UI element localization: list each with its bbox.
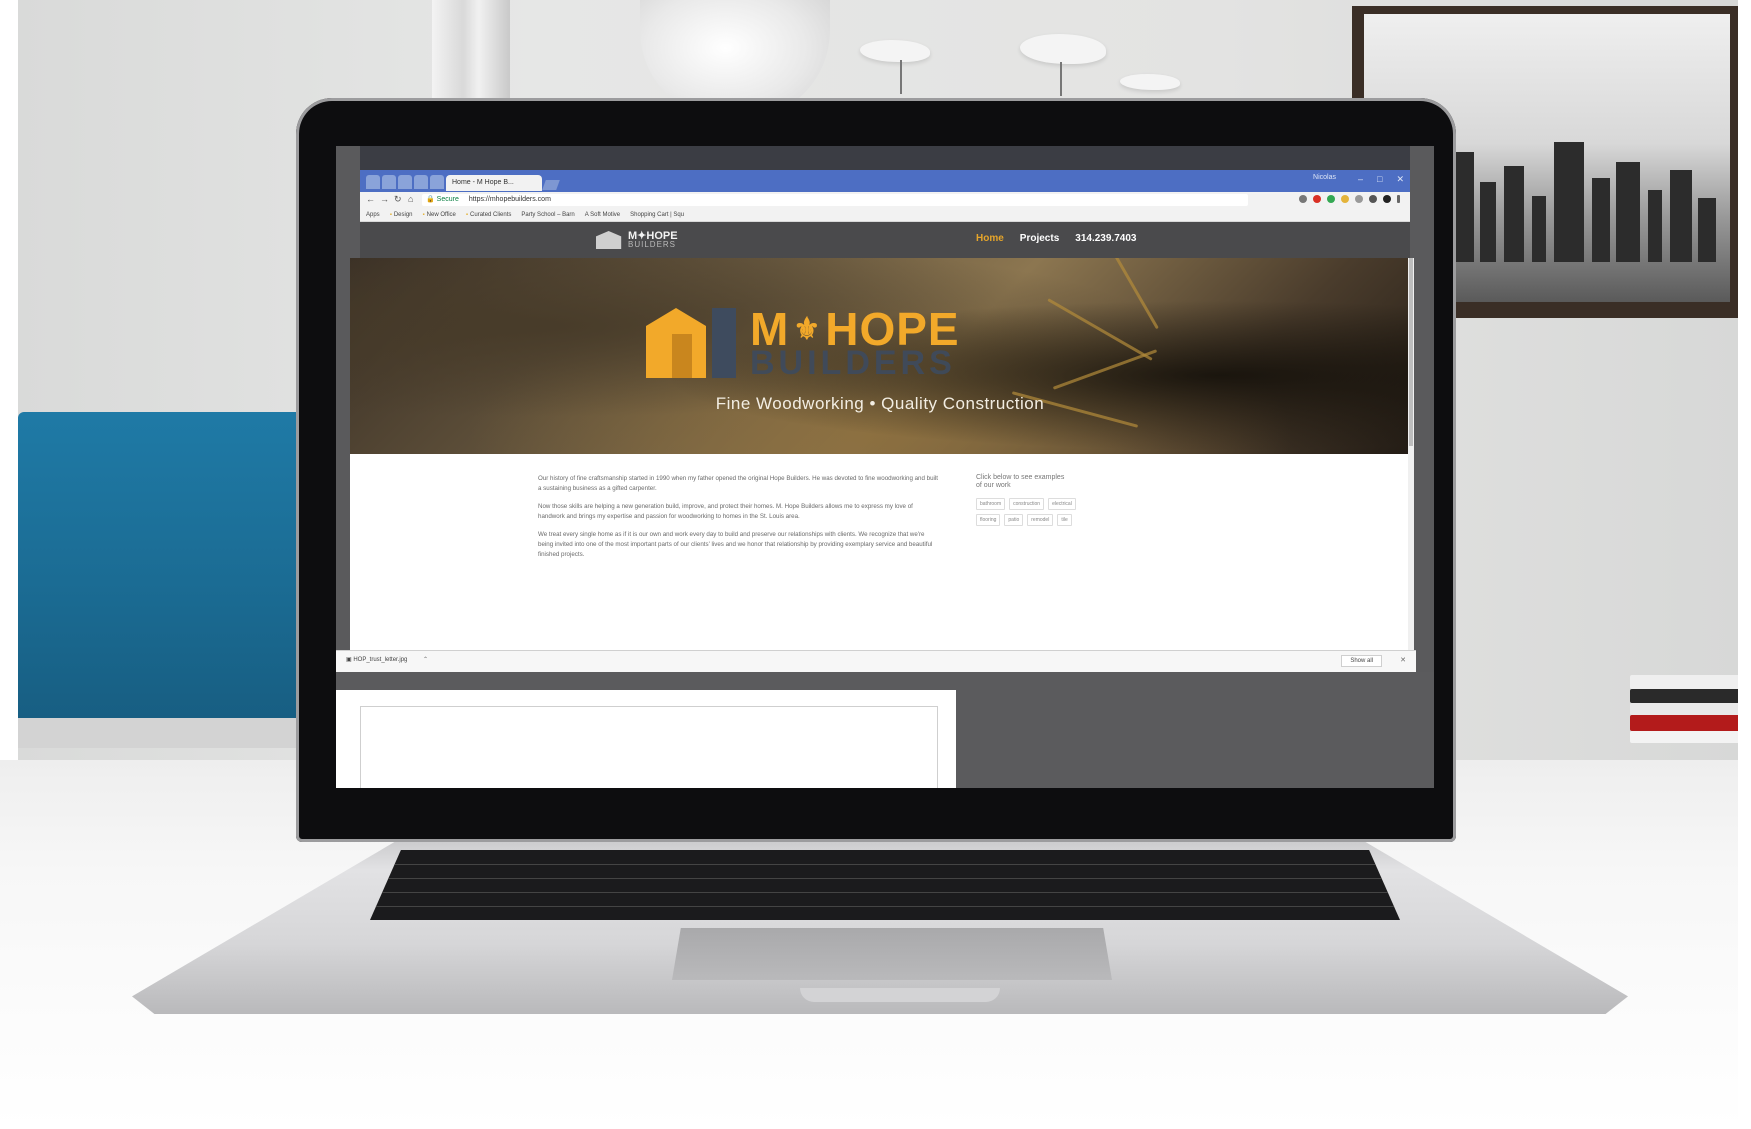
about-paragraph: Our history of fine craftsmanship starte… — [538, 475, 939, 492]
tag-link[interactable]: bathroom — [976, 498, 1006, 510]
bookmark-folder[interactable]: Curated Clients — [466, 208, 511, 221]
tag-link[interactable]: construction — [1009, 498, 1045, 510]
site-logo[interactable]: M✦HOPE BUILDERS — [596, 231, 678, 249]
laptop-front-notch — [800, 988, 1000, 1002]
star-icon[interactable] — [1299, 195, 1307, 203]
about-paragraph: We treat every single home as if it is o… — [538, 531, 933, 558]
menu-kebab-icon[interactable] — [1397, 195, 1400, 203]
bookmarks-bar: Apps Design New Office Curated Clients P… — [360, 208, 1410, 222]
about-text: Our history of fine craftsmanship starte… — [538, 474, 938, 568]
extension-icon[interactable] — [1313, 195, 1321, 203]
extension-icons — [1299, 195, 1400, 203]
back-arrow-icon[interactable]: ← — [366, 194, 375, 204]
bookmark-folder[interactable]: Design — [390, 208, 413, 221]
work-sidebar: Click below to see examples of our work … — [976, 474, 1096, 526]
nav-link-projects[interactable]: Projects — [1020, 233, 1059, 244]
extension-icon[interactable] — [1327, 195, 1335, 203]
tag-link[interactable]: patio — [1004, 514, 1024, 526]
sidebar-heading: Click below to see examples of our work — [976, 474, 1065, 489]
pinned-tab[interactable] — [382, 175, 396, 189]
minimize-icon[interactable]: – — [1358, 174, 1363, 185]
scrollbar-thumb[interactable] — [1409, 258, 1413, 446]
pinned-tab[interactable] — [430, 175, 444, 189]
bookmark-link[interactable]: Shopping Cart | Squ — [630, 208, 684, 221]
maximize-icon[interactable]: □ — [1377, 174, 1382, 185]
pinned-tab[interactable] — [366, 175, 380, 189]
tab-strip: Home - M Hope B... — [366, 175, 560, 191]
tag-link[interactable]: flooring — [976, 514, 1001, 526]
pinned-tab[interactable] — [414, 175, 428, 189]
bookmark-link[interactable]: Party School – Barn — [521, 208, 574, 221]
file-icon: ▣ — [346, 657, 352, 663]
laptop-keyboard — [370, 850, 1400, 920]
lock-icon: 🔒 — [426, 196, 435, 203]
hero-banner: M ⚜HOPE BUILDERS Fine Woodworking • Quali… — [350, 258, 1410, 454]
home-icon[interactable]: ⌂ — [408, 194, 413, 204]
bookmark-apps[interactable]: Apps — [366, 208, 380, 221]
about-paragraph: Now those skills are helping a new gener… — [538, 503, 913, 520]
address-bar[interactable]: 🔒 Secure https://mhopebuilders.com — [422, 194, 1248, 206]
photo-scene: Home - M Hope B... Nicolas – □ ✕ ← → ↻ ⌂… — [0, 0, 1751, 1129]
pinned-tab[interactable] — [398, 175, 412, 189]
close-icon[interactable]: ✕ — [1400, 656, 1406, 664]
window-frame — [432, 0, 510, 110]
active-tab[interactable]: Home - M Hope B... — [446, 175, 542, 191]
hero-logo-subtitle: BUILDERS — [750, 344, 956, 382]
tag-link[interactable]: tile — [1057, 514, 1072, 526]
window-controls: Nicolas – □ ✕ — [1313, 174, 1404, 185]
fleur-de-lis-icon: ⚜ — [793, 313, 822, 346]
bookmark-link[interactable]: A Soft Motive — [585, 208, 620, 221]
reload-icon[interactable]: ↻ — [394, 194, 402, 205]
browser-title-bar: Home - M Hope B... Nicolas – □ ✕ — [360, 170, 1410, 192]
show-all-button[interactable]: Show all — [1341, 655, 1382, 667]
chevron-up-icon[interactable]: ⌃ — [423, 657, 428, 663]
hero-tagline: Fine Woodworking • Quality Construction — [715, 394, 1045, 413]
site-menu: Home Projects 314.239.7403 — [976, 233, 1136, 244]
frame-edge — [1738, 0, 1751, 1129]
chair-base — [18, 718, 308, 748]
close-icon[interactable]: ✕ — [1396, 174, 1404, 185]
laptop-trackpad — [672, 928, 1112, 980]
profile-name[interactable]: Nicolas — [1313, 174, 1336, 185]
download-shelf: ▣ HOP_trust_letter.jpg ⌃ Show all ✕ — [336, 650, 1416, 673]
nav-phone-number[interactable]: 314.239.7403 — [1075, 233, 1136, 244]
bird-figurine-leg — [900, 60, 902, 94]
extension-icon[interactable] — [1355, 195, 1363, 203]
desktop-background — [336, 672, 1434, 788]
site-header: M✦HOPE BUILDERS Home Projects 314.239.74… — [360, 222, 1410, 258]
new-tab-button[interactable] — [542, 180, 560, 190]
laptop-screen: Home - M Hope B... Nicolas – □ ✕ ← → ↻ ⌂… — [336, 146, 1434, 788]
forward-arrow-icon[interactable]: → — [380, 194, 389, 204]
bookmark-folder[interactable]: New Office — [423, 208, 456, 221]
about-section: Our history of fine craftsmanship starte… — [350, 454, 1410, 650]
browser-toolbar: ← → ↻ ⌂ 🔒 Secure https://mhopebuilders.c… — [360, 192, 1410, 208]
extension-icon[interactable] — [1341, 195, 1349, 203]
house-logo-icon — [596, 231, 622, 249]
site-logo-subtext: BUILDERS — [628, 240, 677, 249]
profile-avatar-icon[interactable] — [1383, 195, 1391, 203]
background-window — [336, 690, 956, 788]
house-logo-icon — [646, 308, 736, 378]
book-stack — [1630, 675, 1740, 745]
blue-chair — [18, 412, 314, 720]
url-text: https://mhopebuilders.com — [468, 196, 551, 203]
hero-logo: M ⚜HOPE BUILDERS — [646, 306, 1006, 382]
tag-link[interactable]: remodel — [1027, 514, 1054, 526]
background-window-frame — [360, 706, 938, 788]
tag-cloud: bathroom construction electrical floorin… — [976, 498, 1076, 526]
os-top-bar — [360, 146, 1410, 170]
tag-link[interactable]: electrical — [1048, 498, 1076, 510]
extension-icon[interactable] — [1369, 195, 1377, 203]
bird-figurine-leg — [1060, 62, 1062, 96]
nav-link-home[interactable]: Home — [976, 233, 1004, 244]
secure-label: Secure — [436, 196, 459, 203]
downloaded-file[interactable]: ▣ HOP_trust_letter.jpg ⌃ — [346, 656, 428, 663]
